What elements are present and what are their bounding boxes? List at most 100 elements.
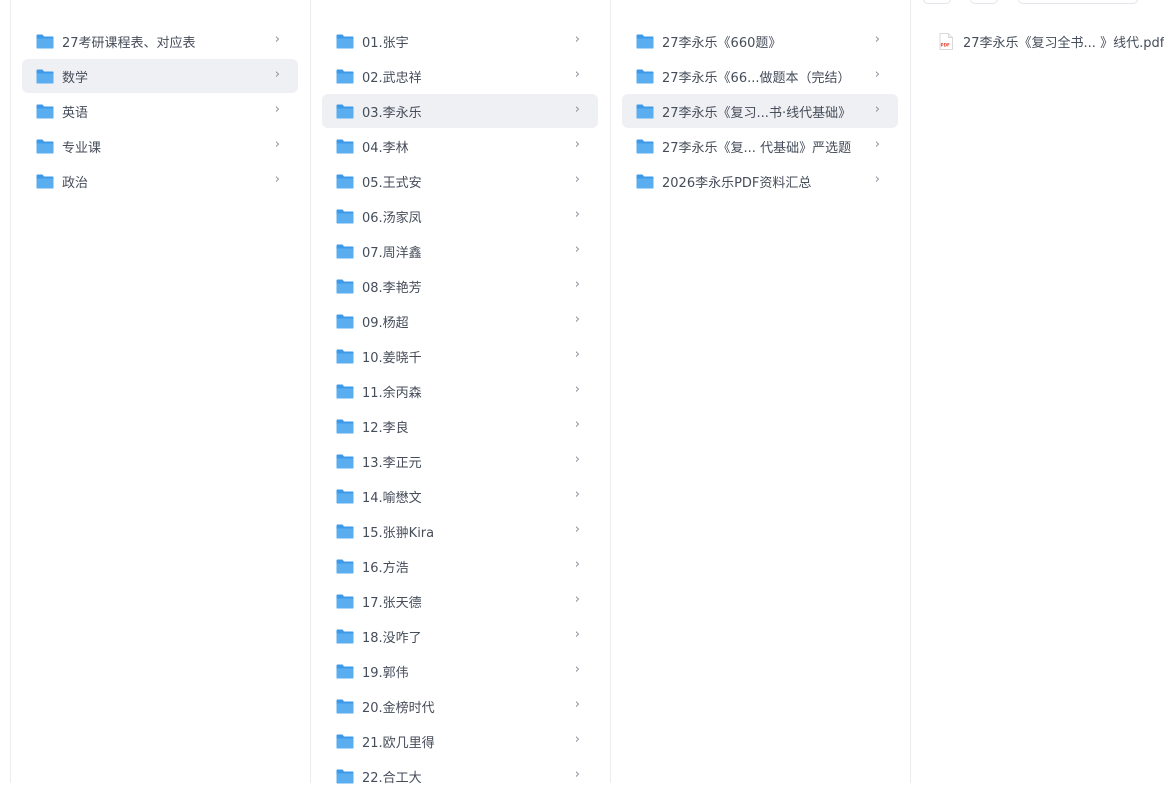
folder-label: 27李永乐《复习...书·线代基础》 xyxy=(662,105,852,121)
folder-row[interactable]: 10.姜晓千 › xyxy=(322,339,598,373)
folder-row[interactable]: 07.周洋鑫 › xyxy=(322,234,598,268)
chevron-right-icon: › xyxy=(874,137,880,152)
folder-label: 英语 xyxy=(62,105,89,121)
pdf-file-icon: PDF xyxy=(939,32,953,50)
folder-icon xyxy=(336,769,354,783)
folder-row[interactable]: 05.王式安 › xyxy=(322,164,598,198)
folder-label: 03.李永乐 xyxy=(362,105,422,121)
folder-row[interactable]: 22.合工大 › xyxy=(322,759,598,793)
folder-icon xyxy=(336,174,354,188)
chevron-right-icon: › xyxy=(274,102,280,117)
chevron-right-icon: › xyxy=(574,592,580,607)
folder-label: 17.张天德 xyxy=(362,595,422,611)
folder-row[interactable]: 16.方浩 › xyxy=(322,549,598,583)
folder-row[interactable]: 08.李艳芳 › xyxy=(322,269,598,303)
chevron-right-icon: › xyxy=(574,487,580,502)
chevron-right-icon: › xyxy=(874,32,880,47)
folder-icon xyxy=(336,69,354,83)
folder-row[interactable]: 09.杨超 › xyxy=(322,304,598,338)
chevron-right-icon: › xyxy=(274,32,280,47)
folder-label: 18.没咋了 xyxy=(362,630,422,646)
chevron-right-icon: › xyxy=(574,137,580,152)
folder-row[interactable]: 专业课 › xyxy=(22,129,298,163)
chevron-right-icon: › xyxy=(874,67,880,82)
folder-icon xyxy=(36,69,54,83)
chevron-right-icon: › xyxy=(574,347,580,362)
chevron-right-icon: › xyxy=(574,697,580,712)
chevron-right-icon: › xyxy=(874,102,880,117)
folder-label: 05.王式安 xyxy=(362,175,422,191)
folder-label: 27李永乐《66...做题本（完结） xyxy=(662,70,851,86)
folder-row[interactable]: 27李永乐《复习...书·线代基础》 › xyxy=(622,94,898,128)
folder-icon xyxy=(336,734,354,748)
folder-row[interactable]: 20.金榜时代 › xyxy=(322,689,598,723)
chevron-right-icon: › xyxy=(574,67,580,82)
folder-icon xyxy=(636,34,654,48)
chevron-right-icon: › xyxy=(574,732,580,747)
folder-row[interactable]: 11.余丙森 › xyxy=(322,374,598,408)
chevron-right-icon: › xyxy=(574,452,580,467)
folder-row[interactable]: 15.张翀Kira › xyxy=(322,514,598,548)
folder-row[interactable]: 06.汤家凤 › xyxy=(322,199,598,233)
folder-row[interactable]: 17.张天德 › xyxy=(322,584,598,618)
folder-row[interactable]: 02.武忠祥 › xyxy=(322,59,598,93)
folder-row[interactable]: 18.没咋了 › xyxy=(322,619,598,653)
folder-icon xyxy=(36,104,54,118)
folder-row[interactable]: 19.郭伟 › xyxy=(322,654,598,688)
folder-row[interactable]: 21.欧几里得 › xyxy=(322,724,598,758)
chevron-right-icon: › xyxy=(574,277,580,292)
folder-label: 19.郭伟 xyxy=(362,665,409,681)
folder-icon xyxy=(336,419,354,433)
chevron-right-icon: › xyxy=(574,312,580,327)
folder-icon xyxy=(36,174,54,188)
folder-label: 数学 xyxy=(62,70,89,86)
folder-row[interactable]: 政治 › xyxy=(22,164,298,198)
folder-label: 27考研课程表、对应表 xyxy=(62,35,196,51)
folder-label: 15.张翀Kira xyxy=(362,525,435,541)
folder-icon xyxy=(336,244,354,258)
folder-row[interactable]: 27考研课程表、对应表 › xyxy=(22,24,298,58)
chevron-right-icon: › xyxy=(274,67,280,82)
folder-label: 16.方浩 xyxy=(362,560,409,576)
folder-label: 09.杨超 xyxy=(362,315,409,331)
chevron-right-icon: › xyxy=(874,172,880,187)
folder-row[interactable]: 12.李良 › xyxy=(322,409,598,443)
folder-icon xyxy=(336,279,354,293)
folder-row[interactable]: 27李永乐《复... 代基础》严选题 › xyxy=(622,129,898,163)
folder-label: 01.张宇 xyxy=(362,35,409,51)
chevron-right-icon: › xyxy=(574,242,580,257)
file-item[interactable]: PDF 27李永乐《复习全书... 》线代.pdf xyxy=(935,24,1164,58)
folder-icon xyxy=(336,664,354,678)
folder-row[interactable]: 03.李永乐 › xyxy=(322,94,598,128)
folder-label: 20.金榜时代 xyxy=(362,700,435,716)
chevron-right-icon: › xyxy=(574,32,580,47)
folder-label: 27李永乐《复... 代基础》严选题 xyxy=(662,140,852,156)
folder-icon xyxy=(336,524,354,538)
folder-row[interactable]: 13.李正元 › xyxy=(322,444,598,478)
folder-label: 08.李艳芳 xyxy=(362,280,422,296)
column-4 xyxy=(910,0,1164,783)
folder-icon xyxy=(336,699,354,713)
chevron-right-icon: › xyxy=(574,417,580,432)
folder-row[interactable]: 27李永乐《66...做题本（完结） › xyxy=(622,59,898,93)
folder-label: 2026李永乐PDF资料汇总 xyxy=(662,175,812,191)
folder-icon xyxy=(336,349,354,363)
folder-row[interactable]: 04.李林 › xyxy=(322,129,598,163)
folder-row[interactable]: 2026李永乐PDF资料汇总 › xyxy=(622,164,898,198)
chevron-right-icon: › xyxy=(574,382,580,397)
folder-row[interactable]: 英语 › xyxy=(22,94,298,128)
folder-label: 14.喻懋文 xyxy=(362,490,422,506)
folder-label: 10.姜晓千 xyxy=(362,350,422,366)
folder-icon xyxy=(636,69,654,83)
folder-label: 专业课 xyxy=(62,140,102,156)
folder-icon xyxy=(336,139,354,153)
folder-label: 27李永乐《660题》 xyxy=(662,35,782,51)
folder-row[interactable]: 01.张宇 › xyxy=(322,24,598,58)
svg-text:PDF: PDF xyxy=(941,42,951,47)
folder-row[interactable]: 数学 › xyxy=(22,59,298,93)
folder-icon xyxy=(336,594,354,608)
folder-row[interactable]: 27李永乐《660题》 › xyxy=(622,24,898,58)
folder-label: 07.周洋鑫 xyxy=(362,245,422,261)
chevron-right-icon: › xyxy=(274,172,280,187)
folder-row[interactable]: 14.喻懋文 › xyxy=(322,479,598,513)
